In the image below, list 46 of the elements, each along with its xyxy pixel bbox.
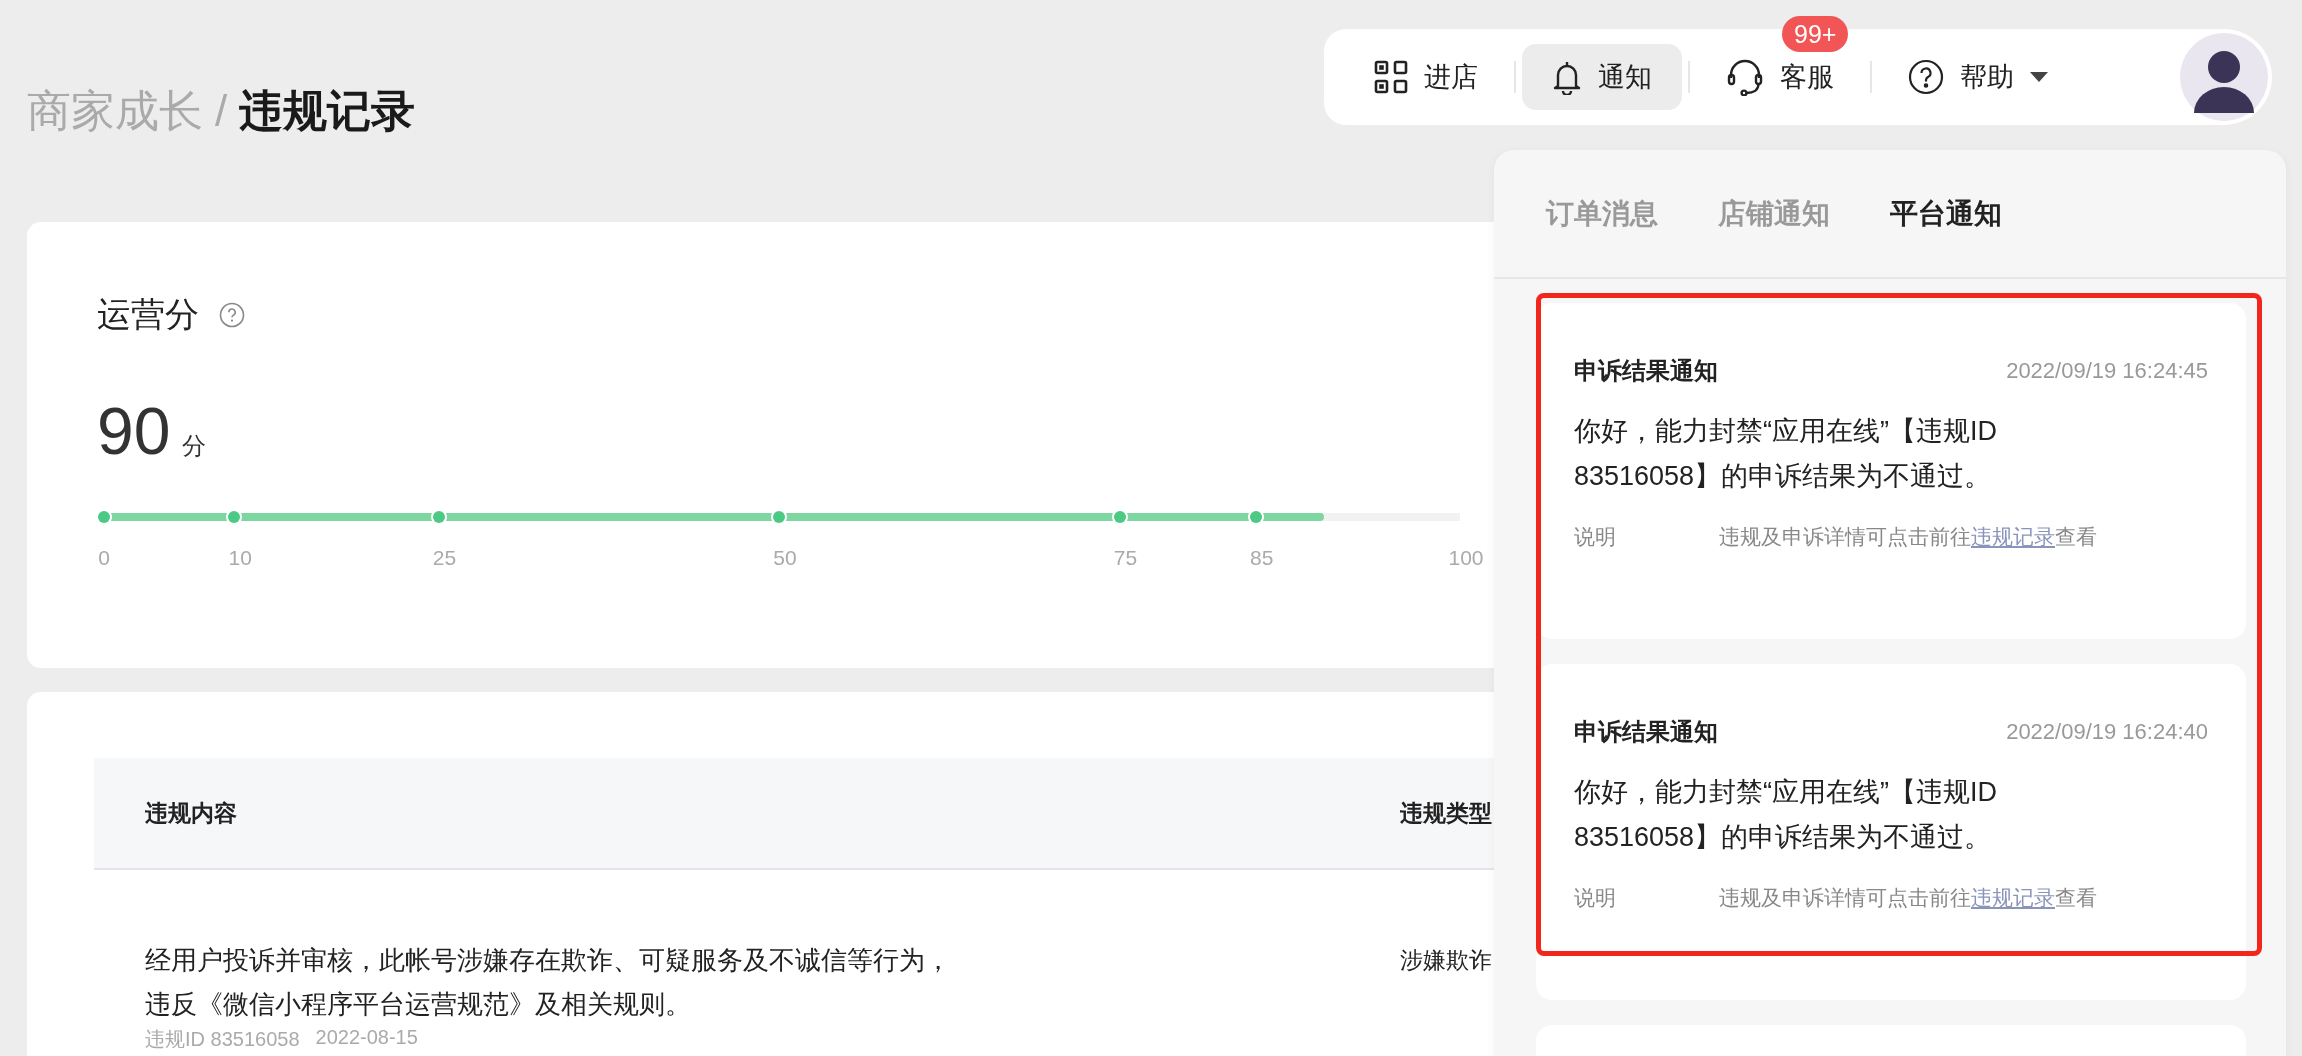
note-label: 说明 bbox=[1574, 885, 1617, 911]
note-text: 违规及申诉详情可点击前往违规记录查看 bbox=[1719, 885, 2097, 911]
notification-body: 你好，能力封禁“应用在线”【违规ID 83516058】的申诉结果为不通过。 bbox=[1574, 776, 1998, 854]
tick-label: 75 bbox=[1113, 546, 1138, 570]
bell-icon bbox=[1552, 59, 1582, 95]
violation-date: 2022-08-15 bbox=[315, 1026, 418, 1050]
score-title: 运营分 bbox=[97, 294, 199, 335]
help-icon bbox=[1908, 59, 1944, 95]
toolbar-button[interactable]: 帮助 bbox=[1878, 44, 2078, 110]
unread-badge: 99+ bbox=[1782, 16, 1849, 52]
violation-content: 经用户投诉并审核，此帐号涉嫌存在欺诈、可疑服务及不诚信等行为，违反《微信小程序平台运营规范》及相关规则。 bbox=[145, 944, 952, 1021]
tick-label: 100 bbox=[1448, 546, 1484, 570]
tick-label: 85 bbox=[1250, 546, 1274, 570]
tick-dot bbox=[1249, 511, 1262, 523]
notification-body: 你好，能力封禁“应用在线”【违规ID 83516058】的申诉结果为不通过。 bbox=[1574, 415, 1998, 493]
tick-label: 25 bbox=[432, 546, 457, 570]
tick-dot bbox=[432, 511, 445, 523]
tick-label: 50 bbox=[773, 546, 797, 570]
breadcrumb-separator: / bbox=[215, 86, 228, 136]
avatar-icon[interactable] bbox=[2180, 33, 2268, 121]
qr-code-icon bbox=[1374, 60, 1408, 94]
notification-card[interactable]: 申诉结果通知 2022/09/19 16:24:40 你好，能力封禁“应用在线”【违规ID 83516058】的申诉结果为不通过。 说明 违规及申诉详情可点击前往违规记录查看 bbox=[1536, 664, 2246, 1000]
tick-label: 0 bbox=[98, 546, 110, 570]
notification-time: 2022/09/19 16:24:45 bbox=[2006, 358, 2208, 384]
violation-id: 违规ID 83516058 bbox=[145, 1027, 300, 1052]
note-text: 违规及申诉详情可点击前往违规记录查看 bbox=[1719, 524, 2097, 550]
tick-dot bbox=[1113, 511, 1126, 523]
score-unit: 分 bbox=[182, 431, 207, 461]
page-title: 违规记录 bbox=[239, 85, 416, 137]
toolbar-button[interactable]: 进店 bbox=[1374, 44, 1508, 110]
notification-time: 2022/09/19 16:24:40 bbox=[2006, 719, 2208, 745]
notification-tab[interactable]: 平台通知 bbox=[1890, 194, 2002, 233]
tick-label: 10 bbox=[228, 546, 252, 570]
column-header: 违规类型 bbox=[1400, 798, 1492, 828]
note-label: 说明 bbox=[1574, 524, 1617, 550]
tick-dot bbox=[98, 511, 110, 523]
tick-dot bbox=[228, 511, 241, 523]
violation-type: 涉嫌欺诈 bbox=[1400, 946, 1492, 975]
notification-title: 申诉结果通知 bbox=[1574, 356, 1718, 386]
notification-title: 申诉结果通知 bbox=[1574, 717, 1718, 747]
column-header: 违规内容 bbox=[145, 798, 237, 828]
tick-dot bbox=[773, 511, 785, 523]
score-value: 90 bbox=[97, 398, 171, 464]
toolbar-button[interactable]: 通知 bbox=[1522, 44, 1682, 110]
help-icon[interactable] bbox=[219, 302, 245, 328]
headset-icon bbox=[1726, 58, 1764, 96]
